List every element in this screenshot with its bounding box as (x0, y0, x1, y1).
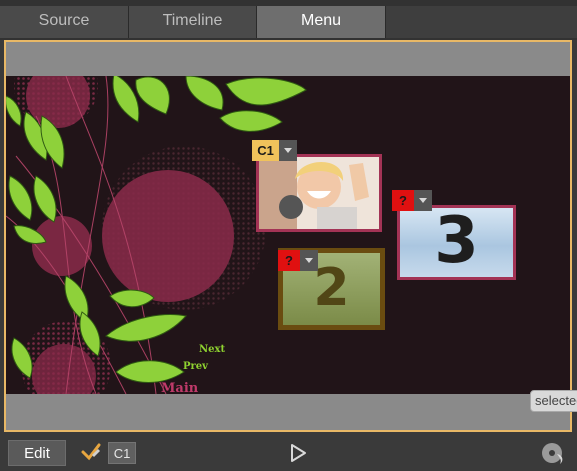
chevron-down-icon[interactable] (300, 250, 318, 271)
bottom-toolbar: Edit C1 (0, 433, 577, 471)
tab-timeline[interactable]: Timeline (129, 6, 257, 38)
chapter-link-badge-unlinked-2[interactable]: ? (278, 250, 318, 271)
chapter-thumbnail-c1[interactable] (256, 154, 382, 232)
chevron-down-icon[interactable] (279, 140, 297, 161)
play-icon[interactable] (287, 442, 309, 464)
menu-link-prev[interactable]: Prev (183, 361, 208, 372)
chapter-selector[interactable]: C1 (108, 442, 136, 464)
chapter-link-badge-unlinked-3[interactable]: ? (392, 190, 432, 211)
disc-burn-icon[interactable] (540, 441, 566, 465)
letterbox-bottom (6, 394, 570, 430)
menu-link-next[interactable]: Next (199, 344, 225, 355)
chapter-link-badge-c1[interactable]: C1 (252, 140, 297, 161)
menu-link-main[interactable]: Main (161, 381, 198, 394)
edit-button[interactable]: Edit (8, 440, 66, 466)
badge-label-question: ? (392, 190, 414, 211)
letterbox-top (6, 42, 570, 76)
badge-label-question: ? (278, 250, 300, 271)
chapter-thumbnail-3[interactable]: 3 (397, 205, 516, 280)
tab-bar: Source Timeline Menu (0, 0, 577, 40)
thumbnail-number-3: 3 (434, 205, 479, 278)
chevron-down-icon[interactable] (414, 190, 432, 211)
tab-menu[interactable]: Menu (257, 6, 386, 38)
tab-source[interactable]: Source (0, 6, 129, 38)
badge-label-c1: C1 (252, 140, 279, 161)
tooltip: selected (530, 390, 577, 412)
tab-bar-filler (386, 6, 577, 38)
checkmark-pencil-icon[interactable] (80, 441, 102, 463)
portrait-image (259, 157, 379, 229)
